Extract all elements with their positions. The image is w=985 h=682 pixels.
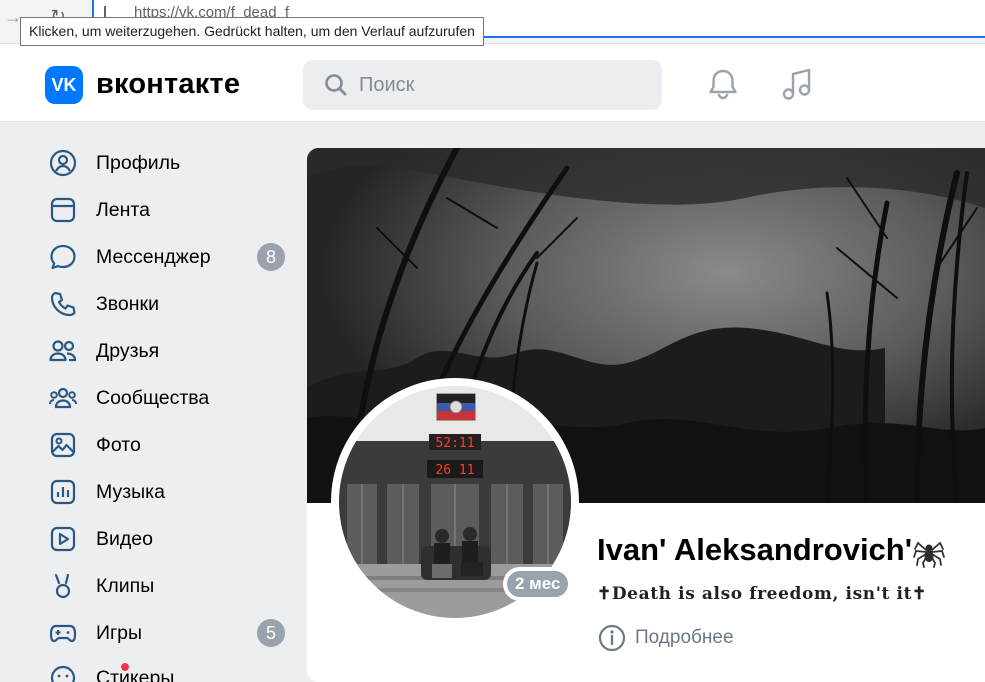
- sidebar-item-music[interactable]: Музыка: [48, 472, 293, 512]
- back-button-tooltip: Klicken, um weiterzugehen. Gedrückt halt…: [20, 17, 484, 46]
- spider-emoji-icon: [913, 541, 945, 568]
- info-icon: [598, 624, 626, 652]
- unread-count-badge: 8: [257, 243, 285, 271]
- sidebar-item-photo[interactable]: Фото: [48, 425, 293, 465]
- left-sidebar: Профиль Лента Мессенджер 8 Звонки Друзья…: [0, 122, 305, 682]
- svg-text:52:11: 52:11: [435, 436, 474, 451]
- friends-icon: [49, 340, 77, 362]
- sidebar-item-label: Клипы: [96, 574, 155, 597]
- games-icon: [49, 624, 77, 643]
- messenger-icon: [50, 244, 76, 270]
- sidebar-item-label: Игры: [96, 621, 142, 644]
- vk-logo-icon[interactable]: VK: [45, 66, 83, 104]
- sidebar-item-friends[interactable]: Друзья: [48, 331, 293, 371]
- music-player-icon[interactable]: [778, 64, 818, 104]
- site-header: VK вконтакте: [0, 44, 985, 122]
- sidebar-item-label: Фото: [96, 433, 141, 456]
- sidebar-item-feed[interactable]: Лента: [48, 190, 293, 230]
- sidebar-item-video[interactable]: Видео: [48, 519, 293, 559]
- sidebar-item-label: Друзья: [96, 339, 160, 362]
- video-icon: [50, 526, 76, 552]
- sidebar-item-label: Звонки: [96, 292, 159, 315]
- photo-icon: [50, 432, 76, 458]
- last-seen-badge: 2 мес: [503, 567, 573, 601]
- details-label: Подробнее: [635, 627, 734, 648]
- stickers-icon: [50, 665, 76, 682]
- new-stickers-dot: [120, 662, 130, 672]
- profile-status-text: ✝Death is also freedom, isn't it✝: [597, 584, 927, 604]
- search-box[interactable]: [303, 60, 662, 110]
- profile-name: Ivan' Aleksandrovich': [597, 532, 913, 567]
- profile-details-link[interactable]: Подробнее: [597, 622, 734, 654]
- sidebar-item-label: Видео: [96, 527, 153, 550]
- search-input[interactable]: [359, 60, 649, 110]
- sidebar-item-label: Профиль: [96, 151, 181, 174]
- sidebar-item-label: Лента: [96, 198, 150, 221]
- sidebar-item-label: Мессенджер: [96, 245, 211, 268]
- sidebar-item-communities[interactable]: Сообщества: [48, 378, 293, 418]
- sidebar-item-clips[interactable]: Клипы: [48, 566, 293, 606]
- sidebar-item-label: Сообщества: [96, 386, 210, 409]
- communities-icon: [49, 387, 77, 409]
- sidebar-item-messenger[interactable]: Мессенджер 8: [48, 237, 293, 277]
- svg-text:26 11: 26 11: [435, 463, 474, 478]
- sidebar-item-games[interactable]: Игры 5: [48, 613, 293, 653]
- search-icon: [325, 74, 347, 96]
- calls-icon: [50, 291, 76, 317]
- music-icon: [50, 479, 76, 505]
- sidebar-item-profile[interactable]: Профиль: [48, 143, 293, 183]
- sidebar-item-label: Музыка: [96, 480, 165, 503]
- notifications-bell-icon[interactable]: [703, 64, 743, 104]
- profile-icon: [49, 149, 77, 177]
- sidebar-item-calls[interactable]: Звонки: [48, 284, 293, 324]
- feed-icon: [50, 197, 76, 223]
- sidebar-item-stickers[interactable]: Стикеры: [48, 658, 293, 682]
- vk-wordmark[interactable]: вконтакте: [96, 68, 240, 101]
- sidebar-item-label: Стикеры: [96, 666, 175, 682]
- clips-icon: [54, 573, 71, 599]
- games-count-badge: 5: [257, 619, 285, 647]
